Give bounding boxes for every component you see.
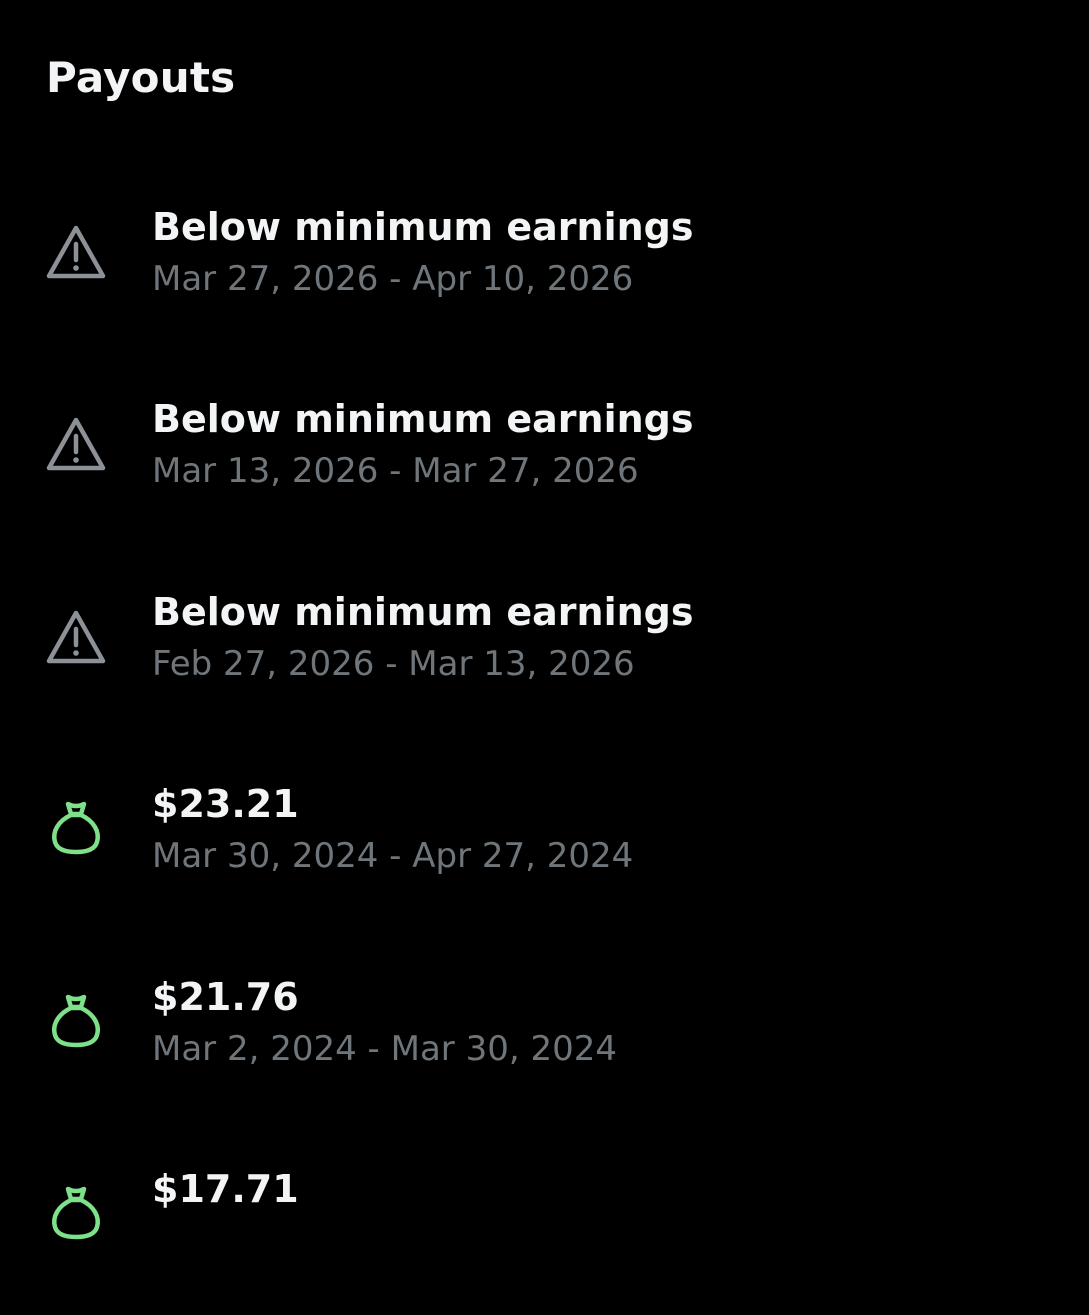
warning-icon xyxy=(44,412,108,476)
payout-date-range: Mar 2, 2024 - Mar 30, 2024 xyxy=(152,1029,617,1069)
payout-row[interactable]: Below minimum earnings Feb 27, 2026 - Ma… xyxy=(0,588,1089,738)
money-bag-icon xyxy=(44,987,108,1051)
payout-title: Below minimum earnings xyxy=(152,590,694,634)
payout-amount: $21.76 xyxy=(152,975,299,1019)
money-bag-icon xyxy=(44,794,108,858)
payout-row[interactable]: Below minimum earnings Mar 27, 2026 - Ap… xyxy=(0,203,1089,353)
payout-date-range: Mar 30, 2024 - Apr 27, 2024 xyxy=(152,836,634,876)
payout-date-range: Feb 27, 2026 - Mar 13, 2026 xyxy=(152,644,635,684)
payout-row[interactable]: $21.76 Mar 2, 2024 - Mar 30, 2024 xyxy=(0,973,1089,1123)
warning-icon xyxy=(44,605,108,669)
payout-row[interactable]: $17.71 xyxy=(0,1165,1089,1315)
payout-date-range: Mar 13, 2026 - Mar 27, 2026 xyxy=(152,451,639,491)
money-bag-icon xyxy=(44,1179,108,1243)
payout-amount: $17.71 xyxy=(152,1167,299,1211)
payout-row[interactable]: Below minimum earnings Mar 13, 2026 - Ma… xyxy=(0,395,1089,545)
payout-amount: $23.21 xyxy=(152,782,299,826)
warning-icon xyxy=(44,220,108,284)
payout-title: Below minimum earnings xyxy=(152,205,694,249)
payout-row[interactable]: $23.21 Mar 30, 2024 - Apr 27, 2024 xyxy=(0,780,1089,930)
payout-title: Below minimum earnings xyxy=(152,397,694,441)
payout-list: Below minimum earnings Mar 27, 2026 - Ap… xyxy=(0,0,1089,1240)
payout-date-range: Mar 27, 2026 - Apr 10, 2026 xyxy=(152,259,634,299)
